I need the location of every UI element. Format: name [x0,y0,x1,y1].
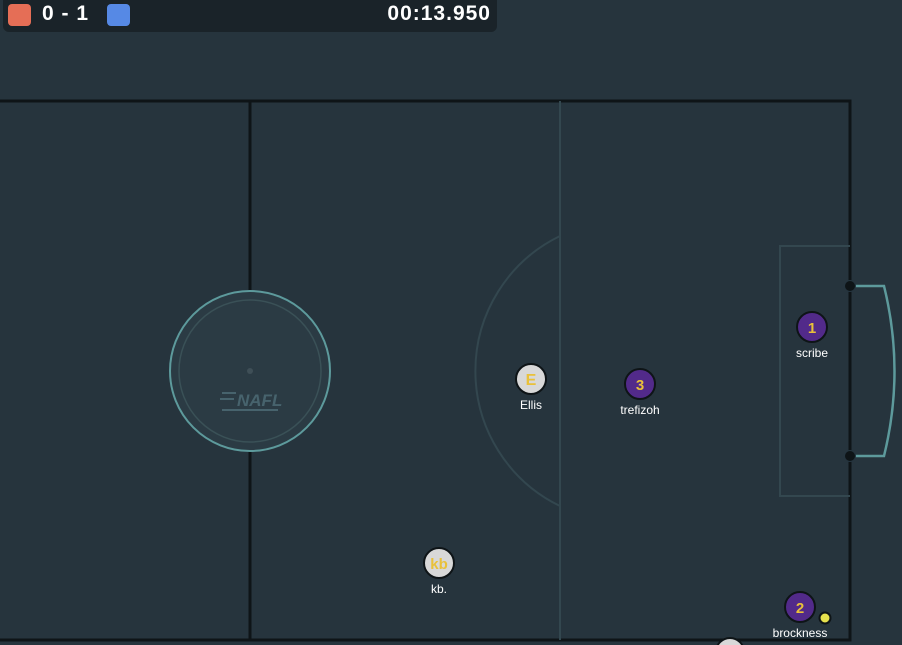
goal-post-bottom [844,450,856,462]
player-avatar: 3 [636,377,644,394]
player-ellis: E [515,363,547,395]
player-kb: kb [423,547,455,579]
player-trefizoh: 3 [624,368,656,400]
player-avatar: E [526,372,537,389]
goal-post-top [844,280,856,292]
player-name-scribe: scribe [795,346,828,360]
player-name-kb: kb. [430,582,447,596]
player-brockness: 2 [784,591,816,623]
player-avatar: kb [430,556,448,573]
player-name-trefizoh: trefizoh [620,403,660,417]
ball [818,611,832,625]
center-spot [247,368,253,374]
player-avatar: 2 [796,600,804,617]
game-field: NAFL E kb 3 1 2 [0,99,896,645]
player-name-ellis: Ellis [519,398,542,412]
player-scribe: 1 [796,311,828,343]
player-avatar: 1 [808,320,816,337]
player-name-brockness: brockness [772,626,828,640]
logo-text: NAFL [237,391,282,410]
goal-area [779,245,850,497]
goal-net [850,284,896,458]
